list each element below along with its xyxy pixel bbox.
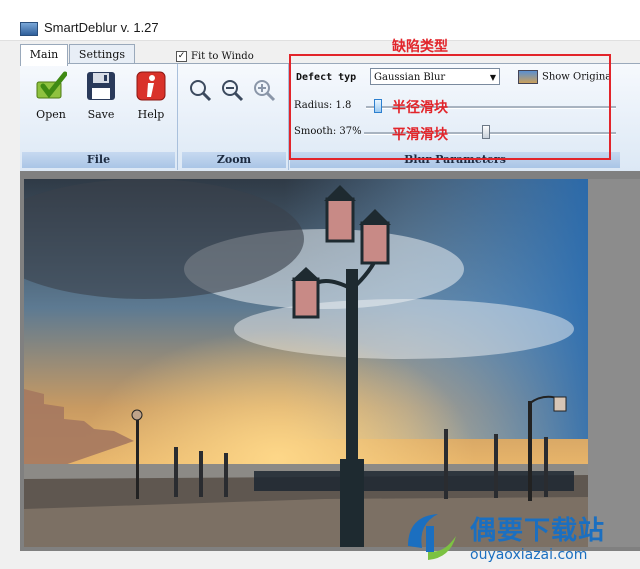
app-window: SmartDeblur v. 1.27 Main Settings Open S… [0,0,640,569]
checkmark-icon: ✓ [176,51,187,62]
help-label: Help [137,108,165,121]
fit-to-window-checkbox[interactable]: ✓ Fit to Windo [176,51,254,62]
info-icon [136,71,166,101]
watermark-url: ouyaoxiazai.com [470,547,588,563]
window-title: SmartDeblur v. 1.27 [44,20,159,35]
annotation-radius-slider: 半径滑块 [392,100,448,116]
open-check-icon [36,71,67,99]
annotation-highlight-box [289,54,611,160]
open-label: Open [36,108,66,121]
save-button[interactable]: Save [78,70,124,132]
annotation-defect-type: 缺陷类型 [392,39,448,55]
zoom-group-caption: Zoom [182,152,286,168]
help-button[interactable]: Help [128,70,174,132]
file-group: Open Save Help File [20,64,178,170]
annotation-smooth-slider: 平滑滑块 [392,127,448,143]
zoom-in-icon[interactable] [252,78,276,102]
save-label: Save [87,108,115,121]
tab-settings[interactable]: Settings [69,44,135,64]
workspace-margin [588,179,640,547]
zoom-out-icon[interactable] [220,78,244,102]
floppy-disk-icon [87,72,115,100]
zoom-fit-icon[interactable] [188,78,212,102]
file-group-caption: File [22,152,175,168]
deblurred-photo[interactable] [24,179,588,547]
watermark-name: 偶要下载站 [470,516,606,546]
zoom-group: Zoom [180,64,289,170]
tab-main[interactable]: Main [20,44,68,66]
app-icon [20,22,38,36]
fit-to-window-label: Fit to Windo [191,51,254,62]
watermark-logo-icon [408,514,456,560]
open-button[interactable]: Open [28,70,74,132]
title-bar: SmartDeblur v. 1.27 [0,0,640,41]
